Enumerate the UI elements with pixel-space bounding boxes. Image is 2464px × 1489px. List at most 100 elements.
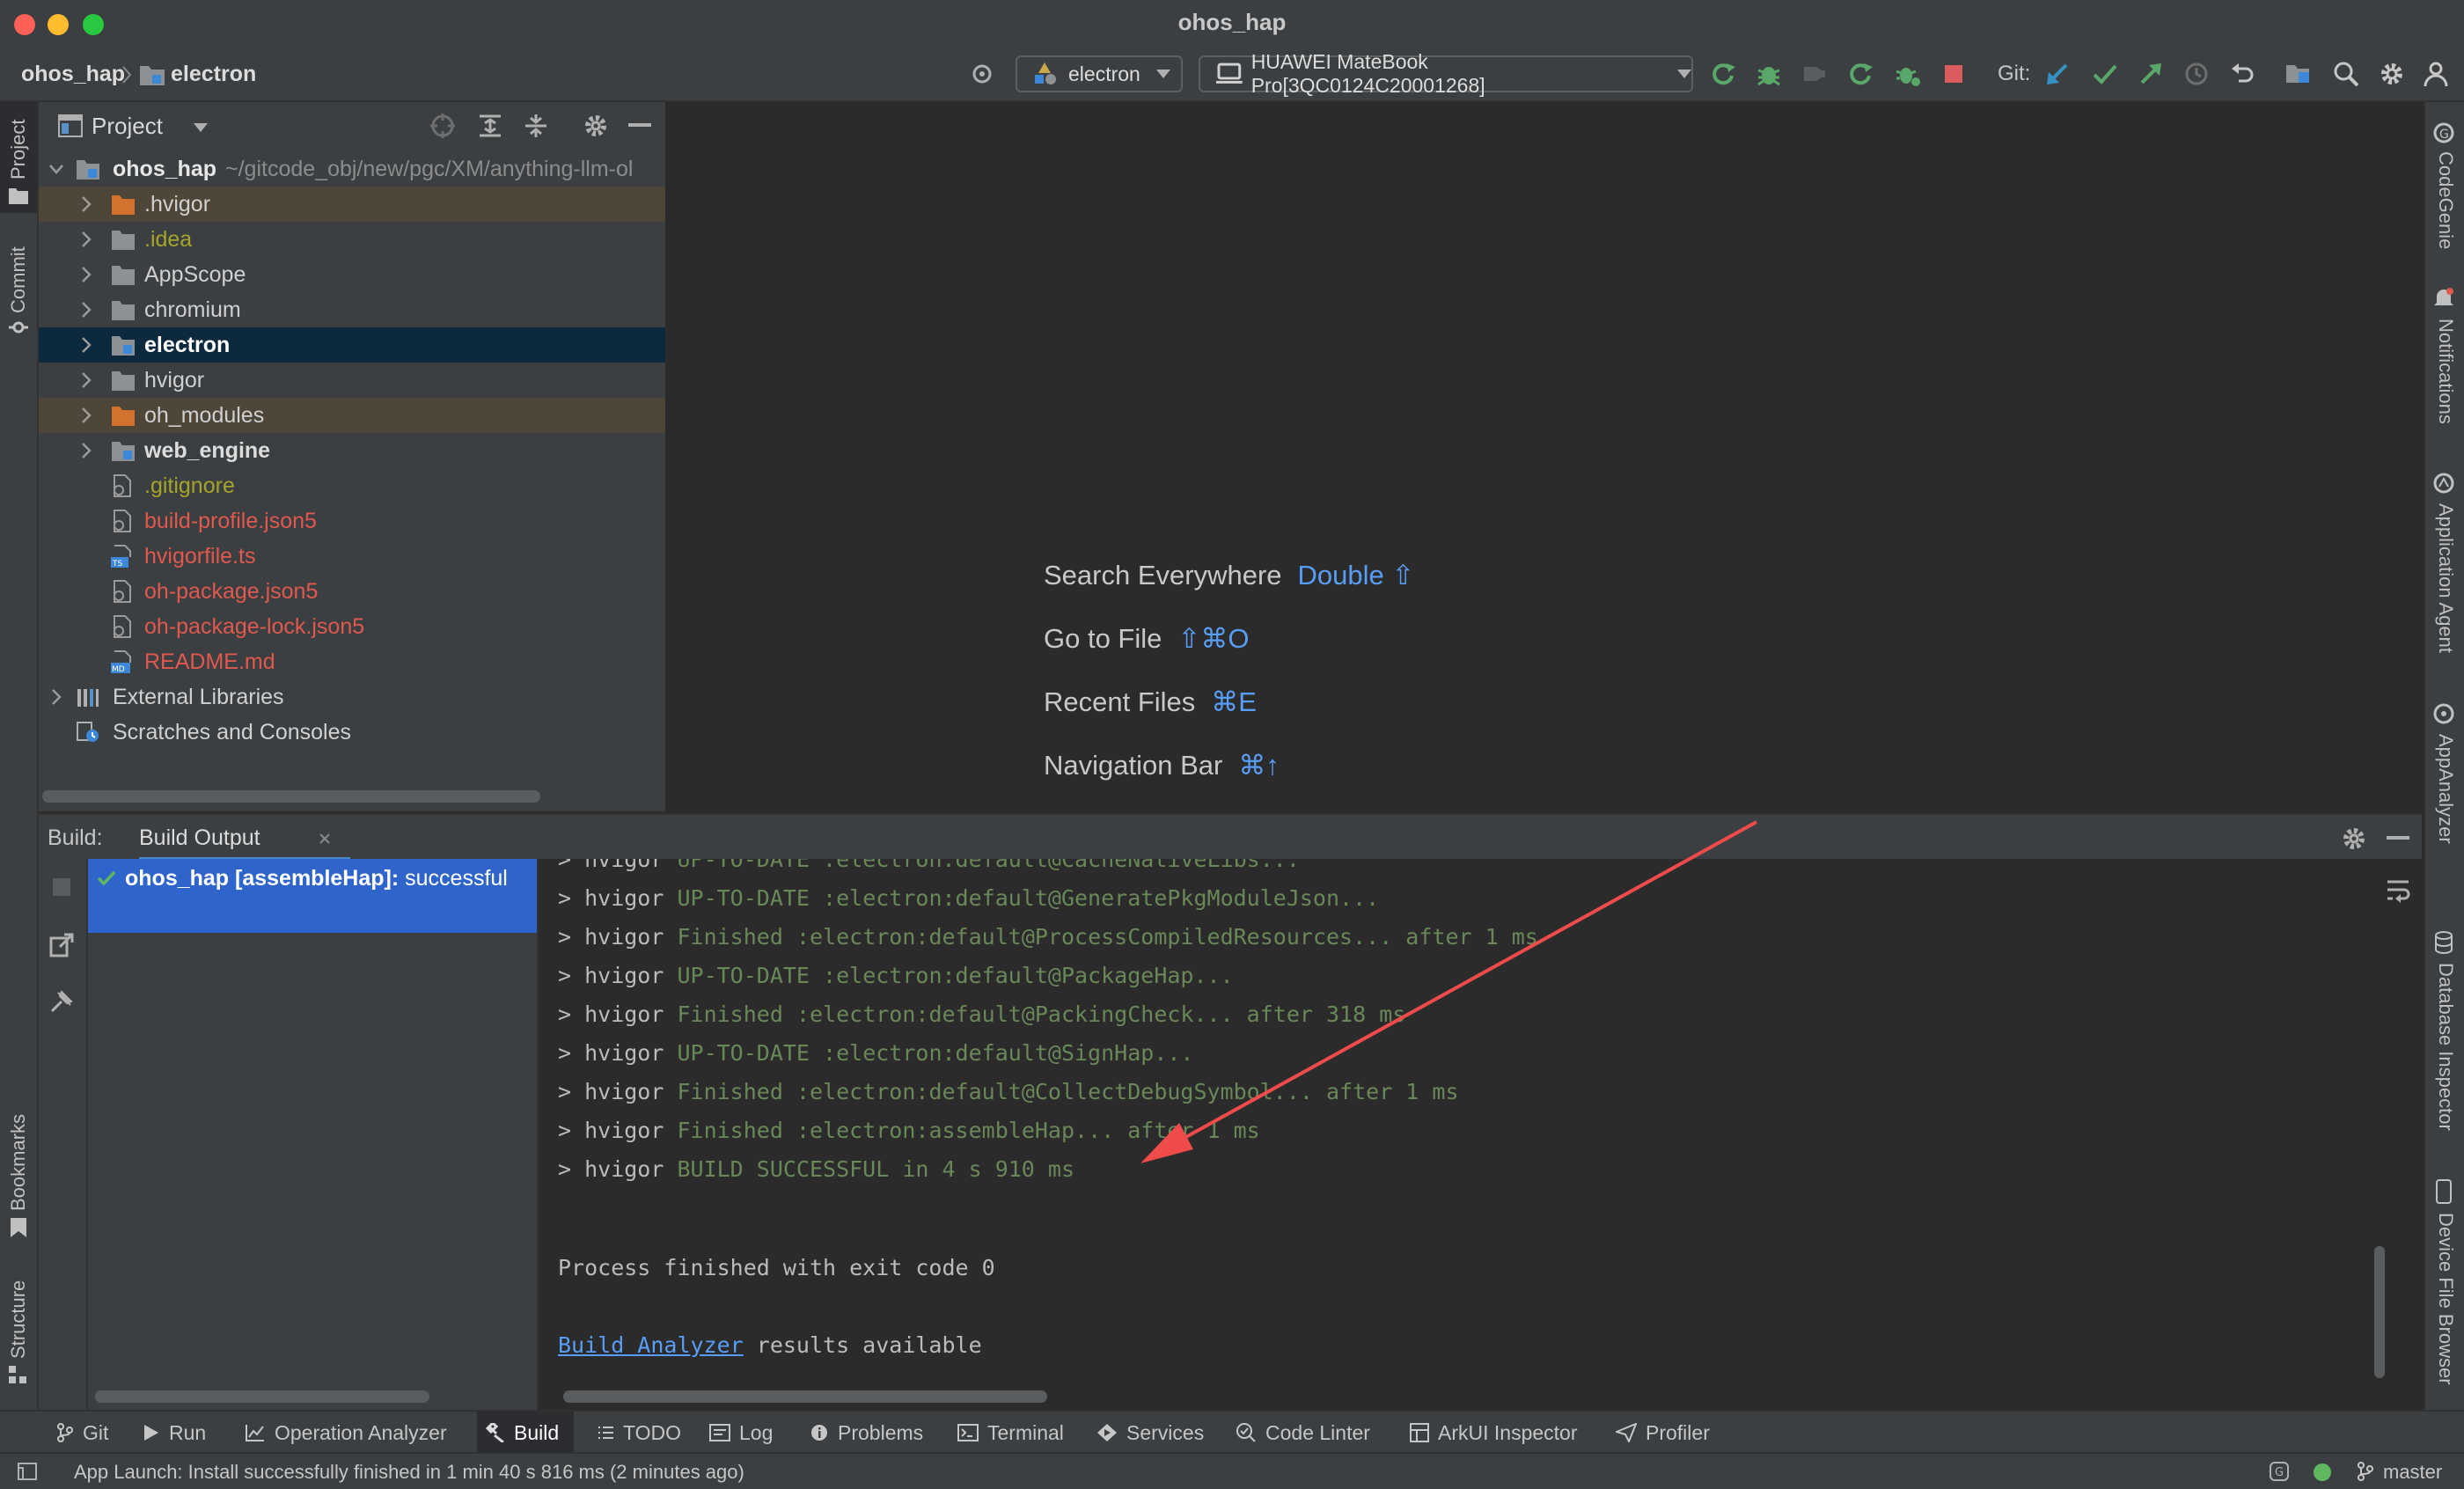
tree-item-label: AppScope	[144, 262, 246, 287]
build-tree-scrollbar[interactable]	[95, 1390, 429, 1403]
codegenie-status-icon[interactable]: G	[2269, 1461, 2290, 1482]
commit-tool-label[interactable]: Commit	[7, 246, 30, 313]
tree-item-hvigor[interactable]: .hvigor	[39, 187, 665, 222]
hide-build-panel-icon[interactable]	[2387, 836, 2409, 841]
tree-item-oh-modules[interactable]: oh_modules	[39, 398, 665, 433]
chevron-right-icon[interactable]	[48, 679, 65, 715]
tree-item-oh-package-json5[interactable]: oh-package.json5	[39, 574, 665, 609]
status-message[interactable]: App Launch: Install successfully finishe…	[74, 1461, 744, 1484]
breadcrumb-project[interactable]: ohos_hap	[21, 62, 125, 87]
account-avatar-icon[interactable]	[2422, 60, 2450, 88]
tool-tab-code-linter[interactable]: Code Linter	[1236, 1412, 1370, 1454]
panel-settings-gear-icon[interactable]	[583, 113, 609, 139]
tool-tab-profiler[interactable]: Profiler	[1616, 1412, 1710, 1454]
settings-gear-icon[interactable]	[2378, 60, 2406, 88]
tool-tab-operation-analyzer[interactable]: Operation Analyzer	[245, 1412, 447, 1454]
tool-tab-build[interactable]: Build	[486, 1412, 559, 1454]
chevron-down-icon[interactable]	[194, 123, 208, 132]
rollback-icon[interactable]	[2228, 60, 2256, 88]
chevron-right-icon[interactable]	[77, 222, 95, 257]
soft-wrap-icon[interactable]	[2385, 877, 2411, 903]
tree-root-ohos-hap[interactable]: ohos_hap ~/gitcode_obj/new/pgc/XM/anythi…	[39, 151, 665, 187]
tree-item-oh-package-lock-json5[interactable]: oh-package-lock.json5	[39, 609, 665, 644]
debug-reload-icon[interactable]	[1894, 60, 1922, 88]
device-select[interactable]: HUAWEI MateBook Pro[3QC0124C20001268]	[1199, 50, 1693, 97]
chevron-right-icon[interactable]	[77, 398, 95, 433]
structure-tool-label[interactable]: Structure	[7, 1280, 30, 1359]
appanalyzer-tool-label[interactable]: AppAnalyzer	[2434, 734, 2457, 844]
git-history-icon[interactable]	[2182, 60, 2211, 88]
breadcrumb-module[interactable]: electron	[171, 62, 256, 87]
project-view-title[interactable]: Project	[92, 113, 163, 140]
tool-tab-run[interactable]: Run	[143, 1412, 206, 1454]
apply-changes-icon[interactable]	[1846, 60, 1874, 88]
build-tree: ohos_hap [assembleHap]: successful	[88, 859, 539, 1410]
console-horizontal-scrollbar[interactable]	[563, 1390, 1047, 1403]
tree-item-web-engine[interactable]: web_engine	[39, 433, 665, 468]
bookmarks-tool-label[interactable]: Bookmarks	[7, 1114, 30, 1211]
target-icon[interactable]	[968, 60, 996, 88]
git-update-icon[interactable]	[2043, 60, 2072, 88]
chevron-right-icon[interactable]	[77, 327, 95, 363]
project-structure-icon[interactable]	[2284, 60, 2313, 88]
open-in-window-icon[interactable]	[49, 933, 74, 957]
tool-tab-log[interactable]: Log	[709, 1412, 773, 1454]
toggle-tool-windows-icon[interactable]	[18, 1463, 37, 1480]
select-opened-file-icon[interactable]	[429, 113, 456, 139]
tree-item-idea[interactable]: .idea	[39, 222, 665, 257]
tree-item-readme-md[interactable]: MD README.md	[39, 644, 665, 679]
chevron-right-icon[interactable]	[77, 363, 95, 398]
close-tab-icon[interactable]	[319, 833, 331, 845]
tool-tab-arkui-inspector[interactable]: ArkUI Inspector	[1410, 1412, 1578, 1454]
expand-all-icon[interactable]	[477, 113, 503, 139]
tool-tab-services[interactable]: Services	[1096, 1412, 1204, 1454]
tree-item-hvigorfile-ts[interactable]: TS hvigorfile.ts	[39, 539, 665, 574]
debug-bug-icon[interactable]	[1755, 60, 1783, 88]
run-configuration-select[interactable]: electron	[1016, 55, 1183, 92]
tree-item-electron[interactable]: electron	[39, 327, 665, 363]
build-tree-item-selected[interactable]: ohos_hap [assembleHap]: successful	[88, 859, 537, 933]
success-check-icon	[97, 870, 116, 886]
notifications-tool-label[interactable]: Notifications	[2434, 319, 2457, 424]
project-tool-label[interactable]: Project	[7, 120, 30, 180]
stop-icon[interactable]	[1940, 60, 1968, 88]
attach-debugger-icon[interactable]	[1799, 60, 1827, 88]
chevron-right-icon[interactable]	[77, 187, 95, 222]
device-file-browser-tool-label[interactable]: Device File Browser	[2434, 1213, 2457, 1385]
config-file-icon	[114, 474, 131, 497]
tree-item-gitignore[interactable]: .gitignore	[39, 468, 665, 503]
chevron-right-icon[interactable]	[77, 433, 95, 468]
tab-build-output[interactable]: Build Output	[139, 815, 350, 861]
search-icon[interactable]	[2332, 60, 2360, 88]
pin-icon[interactable]	[49, 989, 74, 1014]
application-agent-tool-label[interactable]: Application Agent	[2434, 503, 2457, 653]
chevron-right-icon[interactable]	[77, 292, 95, 327]
tree-item-chromium[interactable]: chromium	[39, 292, 665, 327]
tool-tab-problems[interactable]: Problems	[810, 1412, 923, 1454]
project-horizontal-scrollbar[interactable]	[42, 790, 540, 803]
tree-scratches-consoles[interactable]: Scratches and Consoles	[39, 715, 665, 750]
hide-panel-icon[interactable]	[628, 123, 651, 128]
tree-item-hvigor[interactable]: hvigor	[39, 363, 665, 398]
chevron-down-icon[interactable]	[48, 151, 65, 187]
git-branch-name[interactable]: master	[2383, 1461, 2442, 1484]
tree-item-build-profile-json5[interactable]: build-profile.json5	[39, 503, 665, 539]
rerun-icon[interactable]	[1709, 60, 1737, 88]
svg-text:MD: MD	[112, 665, 125, 673]
tool-tab-terminal[interactable]: Terminal	[957, 1412, 1064, 1454]
tree-external-libraries[interactable]: External Libraries	[39, 679, 665, 715]
tree-item-appscope[interactable]: AppScope	[39, 257, 665, 292]
chevron-right-icon[interactable]	[77, 257, 95, 292]
build-console[interactable]: > hvigor UP-TO-DATE :electron:default@Ca…	[539, 859, 2390, 1410]
tool-tab-git[interactable]: Git	[56, 1412, 108, 1454]
tool-tab-todo[interactable]: TODO	[597, 1412, 681, 1454]
console-vertical-scrollbar[interactable]	[2374, 1246, 2385, 1378]
build-analyzer-link[interactable]: Build Analyzer	[558, 1332, 744, 1358]
git-commit-check-icon[interactable]	[2091, 60, 2119, 88]
database-inspector-tool-label[interactable]: Database Inspector	[2434, 963, 2457, 1131]
git-push-icon[interactable]	[2137, 60, 2165, 88]
collapse-all-icon[interactable]	[523, 113, 549, 139]
build-settings-gear-icon[interactable]	[2341, 825, 2367, 852]
codegenie-tool-label[interactable]: CodeGenie	[2434, 151, 2457, 249]
stop-build-icon[interactable]	[51, 877, 72, 898]
